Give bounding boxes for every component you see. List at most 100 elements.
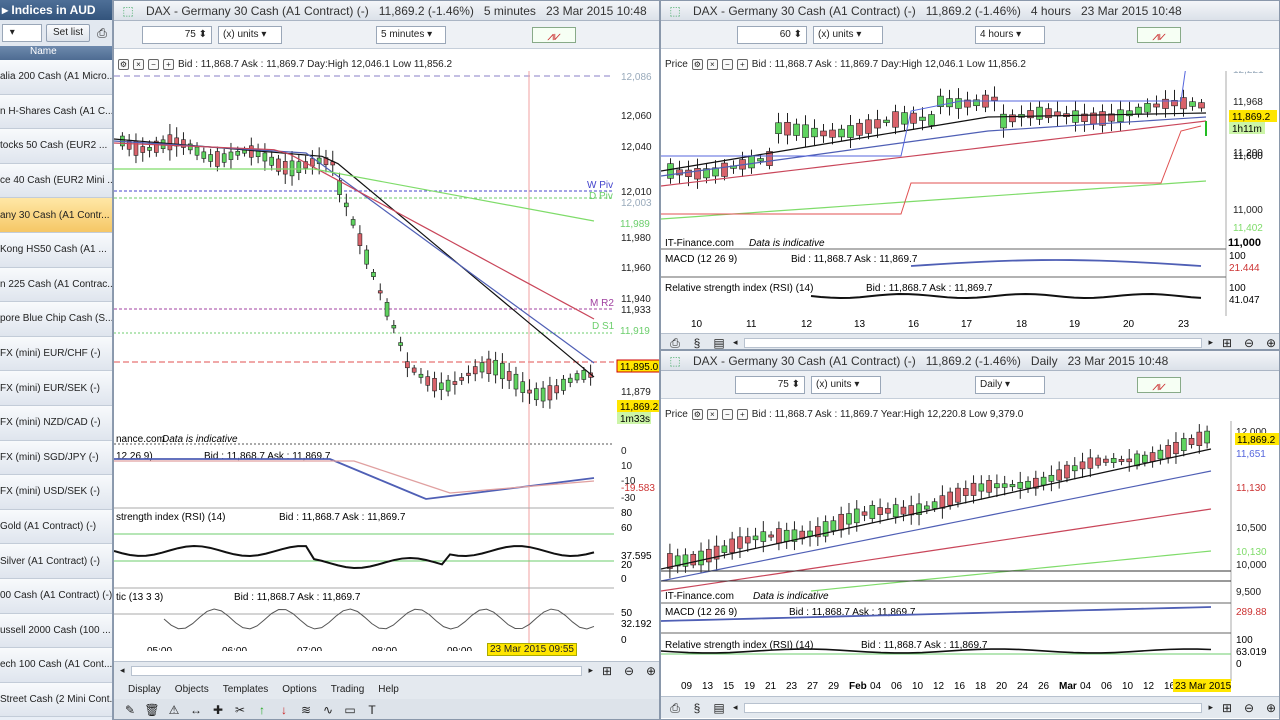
- add-icon[interactable]: +: [736, 408, 748, 420]
- watchlist-row[interactable]: FX (mini) NZD/CAD (-): [0, 405, 112, 441]
- watchlist-row[interactable]: Gold (A1 Contract) (-): [0, 509, 112, 545]
- chart-scrollbar[interactable]: ⎙ § ▤ ◂ ▸ ⊞ ⊖ ⊕: [661, 696, 1279, 718]
- zoom-in-icon[interactable]: ⊕: [1263, 700, 1279, 716]
- set-list-button[interactable]: Set list: [46, 24, 91, 42]
- menu-item-trading[interactable]: Trading: [331, 684, 365, 695]
- candle: [398, 342, 403, 346]
- link-icon[interactable]: §: [689, 335, 705, 350]
- chart-type-icon[interactable]: ⩘⩗: [532, 26, 576, 43]
- zoom-in-icon[interactable]: ⊕: [1263, 335, 1279, 350]
- menu-item-help[interactable]: Help: [378, 684, 399, 695]
- watchlist-row[interactable]: tocks 50 Cash (EUR2 ...: [0, 129, 112, 164]
- watchlist-row[interactable]: ech 100 Cash (A1 Cont...: [0, 648, 112, 683]
- watchlist-row[interactable]: Street Cash (2 Mini Cont...: [0, 682, 112, 718]
- units-stepper[interactable]: 75 ⬍: [142, 25, 212, 44]
- y-tick-label: 11,600: [1233, 151, 1263, 162]
- fib-icon[interactable]: ≋: [298, 702, 314, 718]
- period-select[interactable]: Daily ▾: [975, 375, 1045, 394]
- cross-icon[interactable]: ✚: [210, 702, 226, 718]
- candle: [1173, 441, 1179, 455]
- watchlist-panel: ▸ Indices in AUD ▾ Set list ⎙ Name alia …: [0, 0, 113, 720]
- zoom-fit-icon[interactable]: ⊞: [599, 663, 615, 679]
- candle: [377, 290, 383, 294]
- menu-item-templates[interactable]: Templates: [223, 684, 269, 695]
- close-icon[interactable]: ×: [706, 408, 718, 420]
- zoom-out-icon[interactable]: ⊖: [621, 663, 637, 679]
- watchlist-row[interactable]: FX (mini) EUR/CHF (-): [0, 336, 112, 372]
- link-icon[interactable]: §: [689, 700, 705, 716]
- zoom-out-icon[interactable]: ⊖: [1241, 700, 1257, 716]
- print-icon[interactable]: ⎙: [94, 25, 110, 41]
- list-icon[interactable]: ▤: [711, 335, 727, 350]
- chart-type-icon[interactable]: ⩘⩗: [1137, 26, 1181, 43]
- zoom-in-icon[interactable]: ⊕: [643, 663, 659, 679]
- chart-daily-canvas[interactable]: 12,00011,65111,13010,50010,13010,0009,50…: [661, 421, 1280, 693]
- chart-scrollbar[interactable]: ◂ ▸ ⊞ ⊖ ⊕: [114, 661, 659, 679]
- minimize-icon[interactable]: −: [721, 408, 733, 420]
- tools-icon[interactable]: ✂: [232, 702, 248, 718]
- window-title-bar[interactable]: ⬚ DAX - Germany 30 Cash (A1 Contract) (-…: [661, 351, 1279, 371]
- chart-type-icon[interactable]: ⩘⩗: [1137, 376, 1181, 393]
- print-icon[interactable]: ⎙: [667, 700, 683, 716]
- settings-icon[interactable]: ⚙: [691, 408, 703, 420]
- list-icon[interactable]: ▤: [711, 700, 727, 716]
- menu-item-objects[interactable]: Objects: [175, 684, 209, 695]
- menu-item-options[interactable]: Options: [282, 684, 316, 695]
- watchlist-row[interactable]: FX (mini) EUR/SEK (-): [0, 371, 112, 406]
- units-stepper[interactable]: 75 ⬍: [735, 375, 805, 394]
- chart-4h-canvas[interactable]: 12,22111,96811,40211,20011,00011,60011,0…: [661, 71, 1280, 333]
- zoom-out-icon[interactable]: ⊖: [1241, 335, 1257, 350]
- rect-icon[interactable]: ▭: [342, 702, 358, 718]
- candle: [459, 377, 464, 381]
- settings-icon[interactable]: ⚙: [691, 58, 703, 70]
- up-arrow-icon[interactable]: ↑: [254, 702, 270, 718]
- window-title-bar[interactable]: ⬚ DAX - Germany 30 Cash (A1 Contract) (-…: [661, 1, 1279, 21]
- line-icon[interactable]: ↔: [188, 702, 204, 718]
- watchlist-row[interactable]: pore Blue Chip Cash (S...: [0, 302, 112, 337]
- zoom-fit-icon[interactable]: ⊞: [1219, 700, 1235, 716]
- watchlist-row[interactable]: n H-Shares Cash (A1 C...: [0, 94, 112, 130]
- units-select[interactable]: (x) units ▾: [813, 25, 883, 44]
- watchlist-select[interactable]: ▾: [2, 24, 42, 42]
- chart-scrollbar[interactable]: ⎙ § ▤ ◂ ▸ ⊞ ⊖ ⊕: [661, 333, 1279, 350]
- candle: [1103, 458, 1109, 463]
- units-select[interactable]: (x) units ▾: [811, 375, 881, 394]
- print-icon[interactable]: ⎙: [667, 335, 683, 350]
- watchlist-row[interactable]: Silver (A1 Contract) (-): [0, 544, 112, 579]
- trash-icon[interactable]: 🗑: [144, 702, 160, 718]
- watchlist-row[interactable]: ussell 2000 Cash (100 ...: [0, 613, 112, 649]
- watchlist-row[interactable]: ce 40 Cash (EUR2 Mini ...: [0, 163, 112, 199]
- period-select[interactable]: 5 minutes ▾: [376, 25, 446, 44]
- candle: [1204, 430, 1210, 444]
- watchlist-row[interactable]: n 225 Cash (A1 Contrac...: [0, 267, 112, 303]
- watchlist-row[interactable]: Kong HS50 Cash (A1 ...: [0, 232, 112, 268]
- watchlist-row[interactable]: 00 Cash (A1 Contract) (-): [0, 578, 112, 614]
- watchlist-row[interactable]: alia 200 Cash (A1 Micro...: [0, 60, 112, 95]
- alert-icon[interactable]: ⚠: [166, 702, 182, 718]
- menu-item-display[interactable]: Display: [128, 684, 161, 695]
- watchlist-row[interactable]: any 30 Cash (A1 Contr...: [0, 198, 112, 233]
- watchlist-row[interactable]: FX (mini) SGD/JPY (-): [0, 440, 112, 476]
- chart-5min-canvas[interactable]: 12,086 12,060 12,040 12,01012,003 11,980 11,9…: [114, 71, 660, 651]
- candle: [228, 151, 234, 160]
- text-icon[interactable]: T: [364, 702, 380, 718]
- watchlist-row[interactable]: FX (mini) USD/SEK (-): [0, 475, 112, 510]
- minimize-icon[interactable]: −: [721, 58, 733, 70]
- period-select[interactable]: 4 hours ▾: [975, 25, 1045, 44]
- add-icon[interactable]: +: [163, 58, 174, 70]
- settings-icon[interactable]: ⚙: [118, 58, 129, 70]
- pencil-icon[interactable]: ✎: [122, 702, 138, 718]
- zoom-fit-icon[interactable]: ⊞: [1219, 335, 1235, 350]
- close-icon[interactable]: ×: [133, 58, 144, 70]
- down-arrow-icon[interactable]: ↓: [276, 702, 292, 718]
- close-icon[interactable]: ×: [706, 58, 718, 70]
- units-stepper[interactable]: 60 ⬍: [737, 25, 807, 44]
- watchlist-col-name[interactable]: Name: [0, 46, 112, 60]
- add-icon[interactable]: +: [736, 58, 748, 70]
- x-tick-label: 20: [1123, 319, 1135, 330]
- minimize-icon[interactable]: −: [148, 58, 159, 70]
- candle: [147, 147, 152, 151]
- window-title-bar[interactable]: ⬚ DAX - Germany 30 Cash (A1 Contract) (-…: [114, 1, 659, 21]
- wave-icon[interactable]: ∿: [320, 702, 336, 718]
- units-select[interactable]: (x) units ▾: [218, 25, 282, 44]
